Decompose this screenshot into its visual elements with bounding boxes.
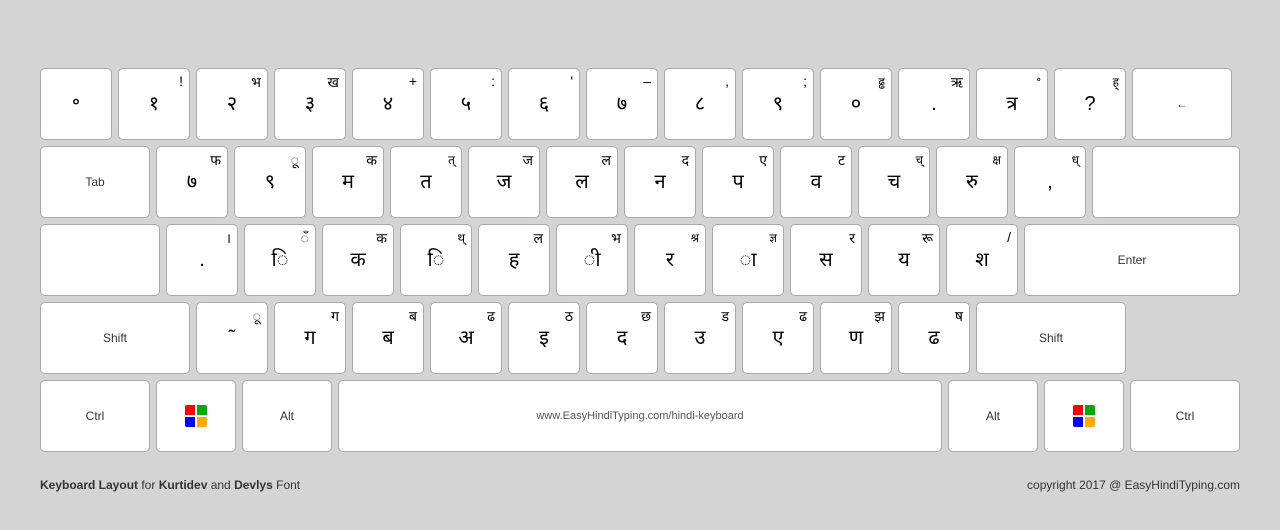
key-2[interactable]: भ २	[196, 68, 268, 140]
key-6[interactable]: ' ६	[508, 68, 580, 140]
key-space[interactable]: www.EasyHindiTyping.com/hindi-keyboard	[338, 380, 942, 452]
key-semicolon[interactable]: रू य	[868, 224, 940, 296]
key-c[interactable]: ब ब	[352, 302, 424, 374]
key-x[interactable]: ग ग	[274, 302, 346, 374]
key-v[interactable]: ढ अ	[430, 302, 502, 374]
key-caps-lock[interactable]	[40, 224, 160, 296]
key-win-left[interactable]	[156, 380, 236, 452]
key-q[interactable]: फ ७	[156, 146, 228, 218]
key-backslash[interactable]	[1092, 146, 1240, 218]
row-asdf: । . ँ ि क क थ् ि ल ह भ ी श्र र ज्ञ ा	[40, 224, 1240, 296]
key-h[interactable]: भ ी	[556, 224, 628, 296]
key-ctrl-left[interactable]: Ctrl	[40, 380, 150, 452]
key-p[interactable]: च् च	[858, 146, 930, 218]
key-8[interactable]: , ८	[664, 68, 736, 140]
key-comma[interactable]: ढ ए	[742, 302, 814, 374]
key-b[interactable]: ठ इ	[508, 302, 580, 374]
key-t[interactable]: ज ज	[468, 146, 540, 218]
key-shift-left[interactable]: Shift	[40, 302, 190, 374]
key-l[interactable]: र स	[790, 224, 862, 296]
key-w[interactable]: ू ९	[234, 146, 306, 218]
row-bottom: Ctrl Alt www.EasyHindiTyping.com/hindi-k…	[40, 380, 1240, 452]
key-4[interactable]: + ४	[352, 68, 424, 140]
key-minus[interactable]: ऋ .	[898, 68, 970, 140]
key-m[interactable]: ड उ	[664, 302, 736, 374]
footer-left: Keyboard Layout for Kurtidev and Devlys …	[40, 478, 300, 492]
key-alt-left[interactable]: Alt	[242, 380, 332, 452]
key-e[interactable]: क म	[312, 146, 384, 218]
key-equals[interactable]: ॰ त्र	[976, 68, 1048, 140]
footer-right: copyright 2017 @ EasyHindiTyping.com	[1027, 478, 1240, 492]
key-s[interactable]: ँ ि	[244, 224, 316, 296]
key-y[interactable]: ल ल	[546, 146, 618, 218]
key-win-right[interactable]	[1044, 380, 1124, 452]
key-z[interactable]: ू ˜	[196, 302, 268, 374]
key-9[interactable]: ; ९	[742, 68, 814, 140]
key-backtick[interactable]: ॰	[40, 68, 112, 140]
keyboard-wrapper: ॰ ! १ भ २ ख ३ + ४ : ५ ' ६ – ७	[0, 38, 1280, 472]
key-bracket[interactable]: ह् ?	[1054, 68, 1126, 140]
key-backspace[interactable]: ←	[1132, 68, 1232, 140]
key-0[interactable]: ढ्ढ ०	[820, 68, 892, 140]
key-g[interactable]: ल ह	[478, 224, 550, 296]
key-alt-right[interactable]: Alt	[948, 380, 1038, 452]
key-enter[interactable]: Enter	[1024, 224, 1240, 296]
key-3[interactable]: ख ३	[274, 68, 346, 140]
windows-icon	[185, 405, 207, 427]
key-shift-right[interactable]: Shift	[976, 302, 1126, 374]
key-period[interactable]: झ ण	[820, 302, 892, 374]
key-tab[interactable]: Tab	[40, 146, 150, 218]
key-u[interactable]: द न	[624, 146, 696, 218]
key-slash[interactable]: ष ढ	[898, 302, 970, 374]
key-o[interactable]: ट व	[780, 146, 852, 218]
key-n[interactable]: छ द	[586, 302, 658, 374]
key-rbracket[interactable]: ध् ,	[1014, 146, 1086, 218]
key-r[interactable]: त् त	[390, 146, 462, 218]
key-j[interactable]: श्र र	[634, 224, 706, 296]
key-a[interactable]: । .	[166, 224, 238, 296]
key-1[interactable]: ! १	[118, 68, 190, 140]
row-shift: Shift ू ˜ ग ग ब ब ढ अ ठ इ छ द ड उ	[40, 302, 1240, 374]
row-qwerty: Tab फ ७ ू ९ क म त् त ज ज ल ल द न	[40, 146, 1240, 218]
key-d[interactable]: क क	[322, 224, 394, 296]
key-ctrl-right[interactable]: Ctrl	[1130, 380, 1240, 452]
key-5[interactable]: : ५	[430, 68, 502, 140]
key-lbracket[interactable]: क्ष रु	[936, 146, 1008, 218]
key-k[interactable]: ज्ञ ा	[712, 224, 784, 296]
key-quote[interactable]: / श	[946, 224, 1018, 296]
footer: Keyboard Layout for Kurtidev and Devlys …	[0, 472, 1280, 492]
key-f[interactable]: थ् ि	[400, 224, 472, 296]
key-i[interactable]: ए प	[702, 146, 774, 218]
row-number: ॰ ! १ भ २ ख ३ + ४ : ५ ' ६ – ७	[40, 68, 1240, 140]
key-7[interactable]: – ७	[586, 68, 658, 140]
windows-icon-right	[1073, 405, 1095, 427]
